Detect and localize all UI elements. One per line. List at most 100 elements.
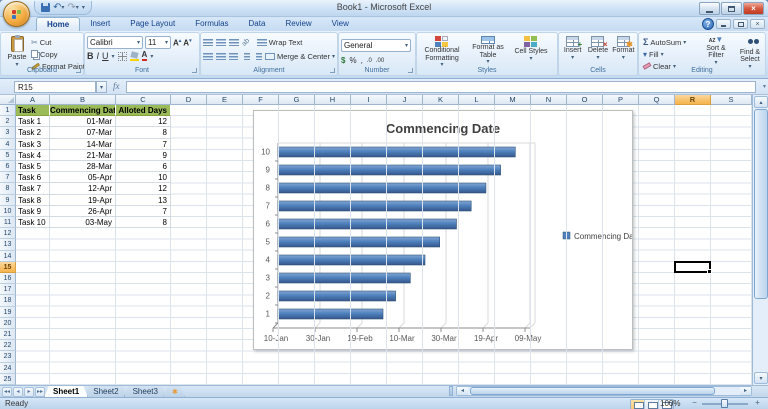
- bar-task-6[interactable]: [277, 218, 457, 230]
- underline-button[interactable]: U: [102, 51, 109, 61]
- increase-decimal-button[interactable]: .0: [367, 58, 372, 64]
- font-dialog-launcher[interactable]: [192, 68, 197, 73]
- align-left-button[interactable]: [203, 52, 213, 60]
- row-header-24[interactable]: 24: [0, 362, 16, 374]
- cell-styles-dropdown-arrow[interactable]: ▾: [529, 56, 532, 63]
- workbook-restore-button[interactable]: [733, 19, 748, 29]
- column-header-D[interactable]: D: [171, 95, 207, 105]
- column-header-E[interactable]: E: [207, 95, 243, 105]
- ribbon-tab-review[interactable]: Review: [275, 17, 321, 31]
- column-header-M[interactable]: M: [495, 95, 531, 105]
- percent-style-button[interactable]: %: [349, 56, 356, 65]
- row-header-25[interactable]: 25: [0, 373, 16, 385]
- name-box[interactable]: R15: [14, 81, 96, 93]
- column-header-B[interactable]: B: [50, 95, 116, 105]
- first-sheet-button[interactable]: ◂◂: [2, 386, 12, 397]
- column-header-G[interactable]: G: [279, 95, 315, 105]
- name-box-dropdown-arrow[interactable]: ▾: [96, 81, 107, 93]
- align-center-button[interactable]: [215, 52, 226, 60]
- cell-commencing-date[interactable]: 12-Apr: [50, 183, 116, 195]
- row-header-14[interactable]: 14: [0, 250, 16, 262]
- zoom-level-label[interactable]: 100%: [660, 399, 680, 408]
- row-header-13[interactable]: 13: [0, 239, 16, 251]
- cell-task-name[interactable]: Task 2: [16, 127, 50, 139]
- zoom-slider-handle[interactable]: [721, 399, 728, 408]
- vertical-scrollbar[interactable]: ▴ ▾: [752, 95, 768, 385]
- number-format-combo[interactable]: General ▾: [341, 39, 411, 52]
- tab-split-handle[interactable]: [449, 386, 453, 396]
- zoom-in-button[interactable]: +: [753, 399, 762, 408]
- insert-function-button[interactable]: fx: [113, 81, 120, 91]
- restore-button[interactable]: [721, 2, 742, 15]
- merge-center-dropdown-arrow[interactable]: ▾: [332, 53, 335, 60]
- insert-cells-button[interactable]: + Insert ▾: [561, 35, 584, 66]
- font-size-dropdown-arrow[interactable]: ▾: [165, 39, 168, 46]
- wrap-text-button[interactable]: Wrap Text: [256, 36, 302, 48]
- office-button[interactable]: [3, 1, 30, 27]
- zoom-out-button[interactable]: −: [690, 399, 699, 408]
- ribbon-tab-page-layout[interactable]: Page Layout: [120, 17, 185, 31]
- cell-commencing-date[interactable]: 01-Mar: [50, 116, 116, 128]
- bar-task-9[interactable]: [277, 164, 501, 176]
- grow-font-button[interactable]: A▴: [173, 38, 181, 48]
- decrease-decimal-button[interactable]: .00: [376, 58, 384, 64]
- bar-task-8[interactable]: [277, 182, 487, 194]
- number-format-dropdown-arrow[interactable]: ▾: [405, 42, 408, 49]
- align-bottom-button[interactable]: [229, 38, 239, 46]
- format-cells-button[interactable]: ✱ Format ▾: [612, 35, 635, 66]
- row-header-4[interactable]: 4: [0, 138, 16, 150]
- column-header-A[interactable]: A: [16, 95, 50, 105]
- cells-layer[interactable]: 10-Jan 30-Jan 19-Feb 10-Mar 30-Mar 19-Apr 09-M…: [16, 105, 752, 385]
- cell-task-name[interactable]: Task 3: [16, 138, 50, 150]
- cell-task-name[interactable]: Task 5: [16, 161, 50, 173]
- bar-task-3[interactable]: [277, 272, 411, 284]
- scroll-down-button[interactable]: ▾: [754, 372, 768, 384]
- align-middle-button[interactable]: [216, 38, 226, 46]
- copy-button[interactable]: Copy: [31, 48, 92, 60]
- column-header-Q[interactable]: Q: [639, 95, 675, 105]
- alignment-dialog-launcher[interactable]: [330, 68, 335, 73]
- formula-input[interactable]: [126, 81, 756, 93]
- align-top-button[interactable]: [203, 38, 213, 46]
- italic-button[interactable]: I: [97, 51, 100, 61]
- row-header-17[interactable]: 17: [0, 284, 16, 296]
- row-header-20[interactable]: 20: [0, 317, 16, 329]
- fill-dropdown-arrow[interactable]: ▾: [661, 51, 664, 58]
- column-header-N[interactable]: N: [531, 95, 567, 105]
- scroll-right-button[interactable]: ▸: [740, 387, 751, 395]
- selected-cell-R15[interactable]: [674, 260, 712, 275]
- table-header-commencing-date[interactable]: Commencing Date: [50, 105, 116, 117]
- help-button[interactable]: ?: [702, 18, 714, 30]
- ribbon-tab-formulas[interactable]: Formulas: [185, 17, 238, 31]
- horizontal-scrollbar[interactable]: ◂ ▸: [456, 386, 752, 396]
- insert-cells-dropdown-arrow[interactable]: ▾: [571, 55, 574, 62]
- vertical-scrollbar-thumb[interactable]: [754, 109, 768, 299]
- row-header-1[interactable]: 1: [0, 105, 16, 117]
- autosum-button[interactable]: Σ AutoSum ▾: [643, 36, 686, 48]
- cell-alloted-days[interactable]: 7: [116, 205, 171, 217]
- select-all-corner[interactable]: [0, 95, 16, 105]
- number-dialog-launcher[interactable]: [408, 68, 413, 73]
- cell-alloted-days[interactable]: 12: [116, 183, 171, 195]
- normal-view-button[interactable]: [631, 400, 645, 409]
- cell-alloted-days[interactable]: 13: [116, 194, 171, 206]
- row-header-11[interactable]: 11: [0, 217, 16, 229]
- cell-task-name[interactable]: Task 4: [16, 149, 50, 161]
- column-header-J[interactable]: J: [387, 95, 423, 105]
- horizontal-scrollbar-thumb[interactable]: [470, 387, 715, 395]
- column-header-P[interactable]: P: [603, 95, 639, 105]
- shrink-font-button[interactable]: A▾: [183, 38, 191, 48]
- align-right-button[interactable]: [228, 52, 239, 60]
- sort-filter-dropdown-arrow[interactable]: ▾: [714, 60, 717, 67]
- cell-task-name[interactable]: Task 8: [16, 194, 50, 206]
- row-header-22[interactable]: 22: [0, 340, 16, 352]
- autosum-dropdown-arrow[interactable]: ▾: [683, 39, 686, 46]
- table-header-alloted-days[interactable]: Alloted Days: [116, 105, 171, 117]
- scroll-up-button[interactable]: ▴: [754, 96, 768, 108]
- format-cells-dropdown-arrow[interactable]: ▾: [622, 55, 625, 62]
- minimize-button[interactable]: [699, 2, 720, 15]
- merge-center-button[interactable]: Merge & Center ▾: [265, 50, 335, 62]
- column-header-O[interactable]: O: [567, 95, 603, 105]
- cell-alloted-days[interactable]: 6: [116, 161, 171, 173]
- row-header-3[interactable]: 3: [0, 127, 16, 139]
